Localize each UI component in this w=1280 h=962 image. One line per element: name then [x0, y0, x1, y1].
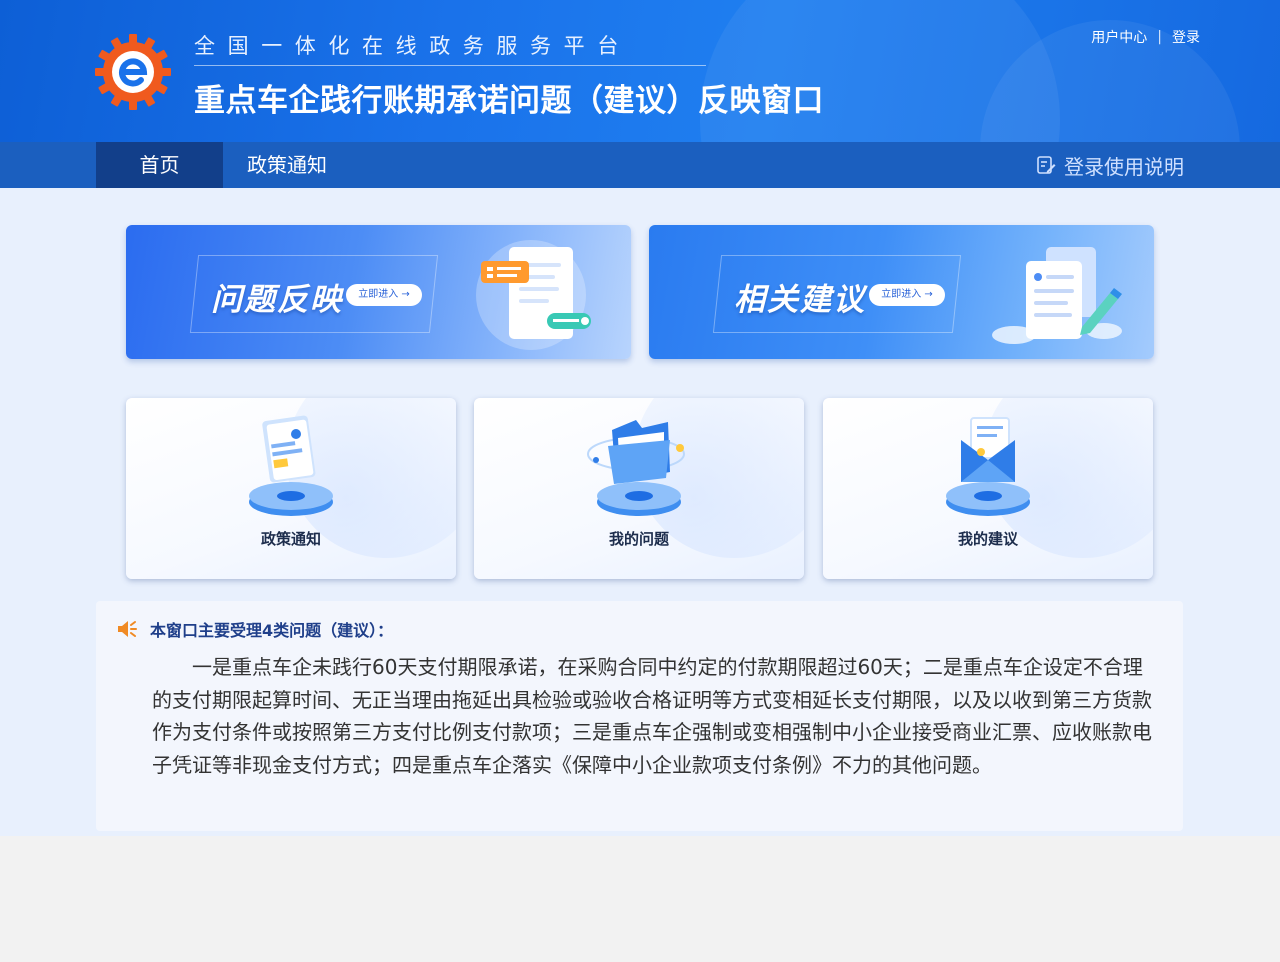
- envelope-icon: [946, 417, 1030, 516]
- enter-now-button[interactable]: 立即进入 →: [346, 284, 422, 306]
- main-nav: 首页 政策通知 登录使用说明: [0, 142, 1280, 188]
- problem-report-banner[interactable]: 问题反映 立即进入 →: [126, 225, 631, 359]
- suggestion-illustration-icon: [992, 247, 1122, 344]
- related-suggestion-banner[interactable]: 相关建议 立即进入 →: [649, 225, 1154, 359]
- login-help-label: 登录使用说明: [1064, 154, 1184, 179]
- main-content: 问题反映 立即进入 → 相关建议 立即进入 → 政策通知 我的问题 我的建议 本…: [0, 188, 1280, 836]
- page-title: 重点车企践行账期承诺问题（建议）反映窗口: [194, 83, 824, 119]
- notice-panel: 本窗口主要受理4类问题（建议）： 一是重点车企未践行60天支付期限承诺，在采购合…: [96, 601, 1183, 831]
- document-illustration-icon: [476, 240, 591, 350]
- notice-title: 本窗口主要受理4类问题（建议）：: [150, 621, 394, 640]
- nav-home[interactable]: 首页: [96, 142, 223, 188]
- my-suggestions-card[interactable]: 我的建议: [823, 398, 1153, 579]
- site-header: 全国一体化在线政务服务平台 重点车企践行账期承诺问题（建议）反映窗口 用户中心 …: [0, 0, 1280, 142]
- card-label: 我的建议: [957, 530, 1018, 548]
- login-link[interactable]: 登录: [1172, 27, 1200, 47]
- platform-name: 全国一体化在线政务服务平台: [194, 34, 631, 58]
- banner-title: 相关建议: [734, 282, 866, 318]
- policy-notice-card[interactable]: 政策通知: [126, 398, 456, 579]
- title-divider: [194, 65, 706, 66]
- notice-header: 本窗口主要受理4类问题（建议）：: [116, 617, 393, 641]
- speaker-icon: [118, 621, 137, 637]
- top-links: 用户中心 | 登录: [1091, 27, 1200, 47]
- banner-title: 问题反映: [211, 282, 343, 318]
- login-help-link[interactable]: 登录使用说明: [1036, 142, 1184, 188]
- edit-document-icon: [1037, 156, 1056, 174]
- card-label: 政策通知: [260, 530, 321, 548]
- platform-logo-icon: [95, 34, 171, 110]
- folder-icon: [587, 420, 685, 516]
- user-center-link[interactable]: 用户中心: [1091, 27, 1147, 47]
- notice-body: 一是重点车企未践行60天支付期限承诺，在采购合同中约定的付款期限超过60天；二是…: [152, 655, 1152, 777]
- my-problems-card[interactable]: 我的问题: [474, 398, 804, 579]
- nav-policy-notice[interactable]: 政策通知: [223, 142, 351, 188]
- link-separator: |: [1157, 29, 1162, 45]
- page-footer-area: [0, 836, 1280, 962]
- policy-document-icon: [249, 415, 333, 516]
- enter-now-button[interactable]: 立即进入 →: [869, 284, 945, 306]
- card-label: 我的问题: [608, 530, 669, 548]
